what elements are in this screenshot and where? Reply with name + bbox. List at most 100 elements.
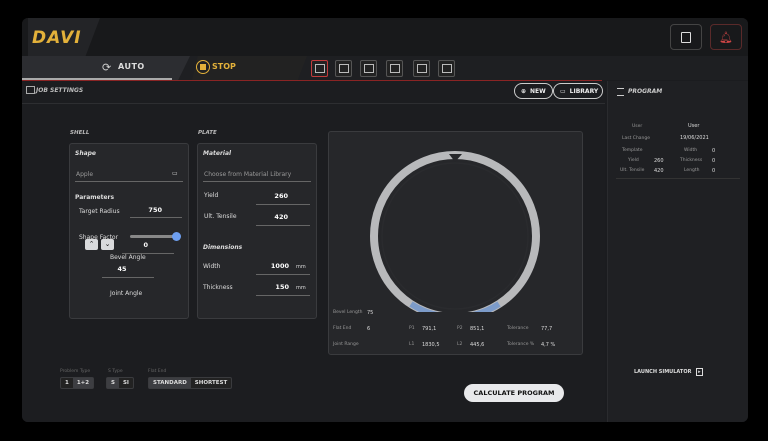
bell-icon: 🔔︎ [719, 30, 733, 44]
app-window: DAVI 🔔︎ ⟳ AUTO STOP JOB SETTINGS ⊕ NEW ▭… [22, 18, 748, 422]
sheet-tool[interactable] [335, 60, 352, 77]
chevron-down-icon: ⌄ [104, 240, 111, 248]
last-change-label: Last Change [622, 136, 651, 141]
prog-thickness-value: 0 [712, 158, 716, 164]
shape-underline [75, 181, 183, 182]
yield-underline [256, 204, 310, 205]
top-bar: DAVI 🔔︎ [22, 18, 748, 56]
folder-icon: ▭ [560, 87, 566, 95]
joint-range-label: Joint Range [333, 342, 359, 347]
prog-length-value: 0 [712, 168, 716, 174]
library-button[interactable]: ▭ LIBRARY [553, 83, 603, 99]
stop-mode-tab[interactable]: STOP [192, 56, 307, 80]
flat-end-shortest[interactable]: SHORTEST [191, 378, 231, 388]
chevron-up-icon: ⌃ [88, 240, 95, 248]
note-button[interactable] [670, 24, 702, 50]
material-title: Material [203, 150, 232, 157]
l1-label: L1 [409, 342, 415, 347]
settings-icon [315, 64, 325, 73]
flat-end-option-label: Flat End [148, 369, 167, 374]
width-underline [256, 274, 310, 275]
problem-type-toggle: 1 1+2 [60, 377, 95, 389]
p2-label: P2 [457, 326, 463, 331]
joint-angle-input[interactable]: 0 [122, 241, 148, 249]
prog-width-label: Width [684, 148, 698, 153]
shape-factor-handle[interactable] [172, 232, 181, 241]
tolerance-value: 77,7 [541, 326, 553, 332]
stop-icon [196, 60, 210, 74]
auto-label: AUTO [118, 62, 145, 71]
shell-card: Shape Apple ▭ Parameters Target Radius 7… [69, 143, 189, 319]
ult-tensile-value: 420 [274, 213, 288, 221]
job-settings-icon [26, 86, 35, 94]
p2-value: 851,1 [470, 326, 485, 332]
joint-down-button[interactable]: ⌄ [101, 239, 114, 250]
panel-tool[interactable] [413, 60, 430, 77]
bevel-angle-input[interactable]: 45 [112, 265, 132, 273]
bevel-length-value: 75 [367, 310, 374, 316]
joint-up-button[interactable]: ⌃ [85, 239, 98, 250]
parameters-label: Parameters [75, 194, 115, 201]
flat-end-toggle: STANDARD SHORTEST [148, 377, 233, 389]
new-button[interactable]: ⊕ NEW [514, 83, 553, 99]
launch-simulator-button[interactable]: LAUNCH SIMULATOR ▸ [634, 368, 703, 376]
thickness-label: Thickness [203, 284, 233, 291]
width-label: Width [203, 263, 221, 270]
template-label: Template [622, 148, 643, 153]
calculate-program-button[interactable]: CALCULATE PROGRAM [464, 384, 564, 402]
yield-label: Yield [204, 192, 219, 199]
shape-preview-card: Bevel Length 75 Flat End 6 P1 791,1 P2 8… [328, 131, 583, 355]
arrow-right-icon: ▸ [696, 368, 703, 376]
shape-title: Shape [75, 150, 97, 157]
note-icon [681, 31, 691, 43]
shape-factor-slider[interactable] [130, 235, 178, 238]
notifications-button[interactable]: 🔔︎ [710, 24, 742, 50]
list-icon [617, 88, 624, 96]
s-type-si[interactable]: SI [119, 378, 133, 388]
logo: DAVI [28, 18, 100, 56]
document-tool[interactable] [360, 60, 377, 77]
report-icon [442, 64, 452, 73]
ring-inner-edge [381, 162, 529, 310]
l2-label: L2 [457, 342, 463, 347]
config-icon [390, 64, 400, 73]
report-tool[interactable] [438, 60, 455, 77]
sheet-icon [339, 64, 349, 73]
flat-end-standard[interactable]: STANDARD [149, 378, 191, 388]
flat-end-label: Flat End [333, 326, 352, 331]
bevel-angle-label: Bevel Angle [110, 254, 146, 261]
plate-card: Material Choose from Material Library Yi… [197, 143, 317, 319]
prog-thickness-label: Thickness [680, 158, 703, 163]
ring-shape [370, 151, 540, 312]
bevel-length-label: Bevel Length [333, 310, 363, 315]
plate-section-label: PLATE [198, 130, 217, 136]
plus-circle-icon: ⊕ [521, 87, 527, 95]
prog-yield-label: Yield [628, 158, 639, 163]
shape-select[interactable]: Apple [76, 171, 93, 178]
problem-type-1-2[interactable]: 1+2 [72, 378, 94, 388]
header-separator [22, 103, 605, 104]
tolerance-pct-value: 4,7 % [541, 342, 556, 348]
program-separator [616, 178, 740, 179]
s-type-s[interactable]: S [107, 378, 119, 388]
target-radius-input[interactable]: 750 [130, 206, 162, 214]
job-settings-panel: JOB SETTINGS ⊕ NEW ▭ LIBRARY SHELL Shape… [22, 81, 605, 422]
bevel-underline [102, 277, 154, 278]
folder-icon[interactable]: ▭ [172, 170, 178, 177]
config-tool[interactable] [386, 60, 403, 77]
s-type-label: S Type [108, 369, 123, 374]
width-unit: mm [296, 264, 306, 270]
p1-label: P1 [409, 326, 415, 331]
problem-type-label: Problem Type [60, 369, 91, 374]
l1-value: 1830,5 [422, 342, 440, 348]
material-select[interactable]: Choose from Material Library [204, 171, 291, 178]
user-label: User [632, 124, 643, 129]
auto-mode-tab[interactable]: ⟳ AUTO [22, 56, 190, 80]
ult-underline [256, 225, 310, 226]
thickness-input[interactable]: 150 [258, 283, 289, 291]
panel-icon [417, 64, 427, 73]
width-input[interactable]: 1000 [258, 262, 289, 270]
problem-type-1[interactable]: 1 [61, 378, 73, 388]
l2-value: 445,6 [470, 342, 485, 348]
job-settings-tool[interactable] [311, 60, 328, 77]
